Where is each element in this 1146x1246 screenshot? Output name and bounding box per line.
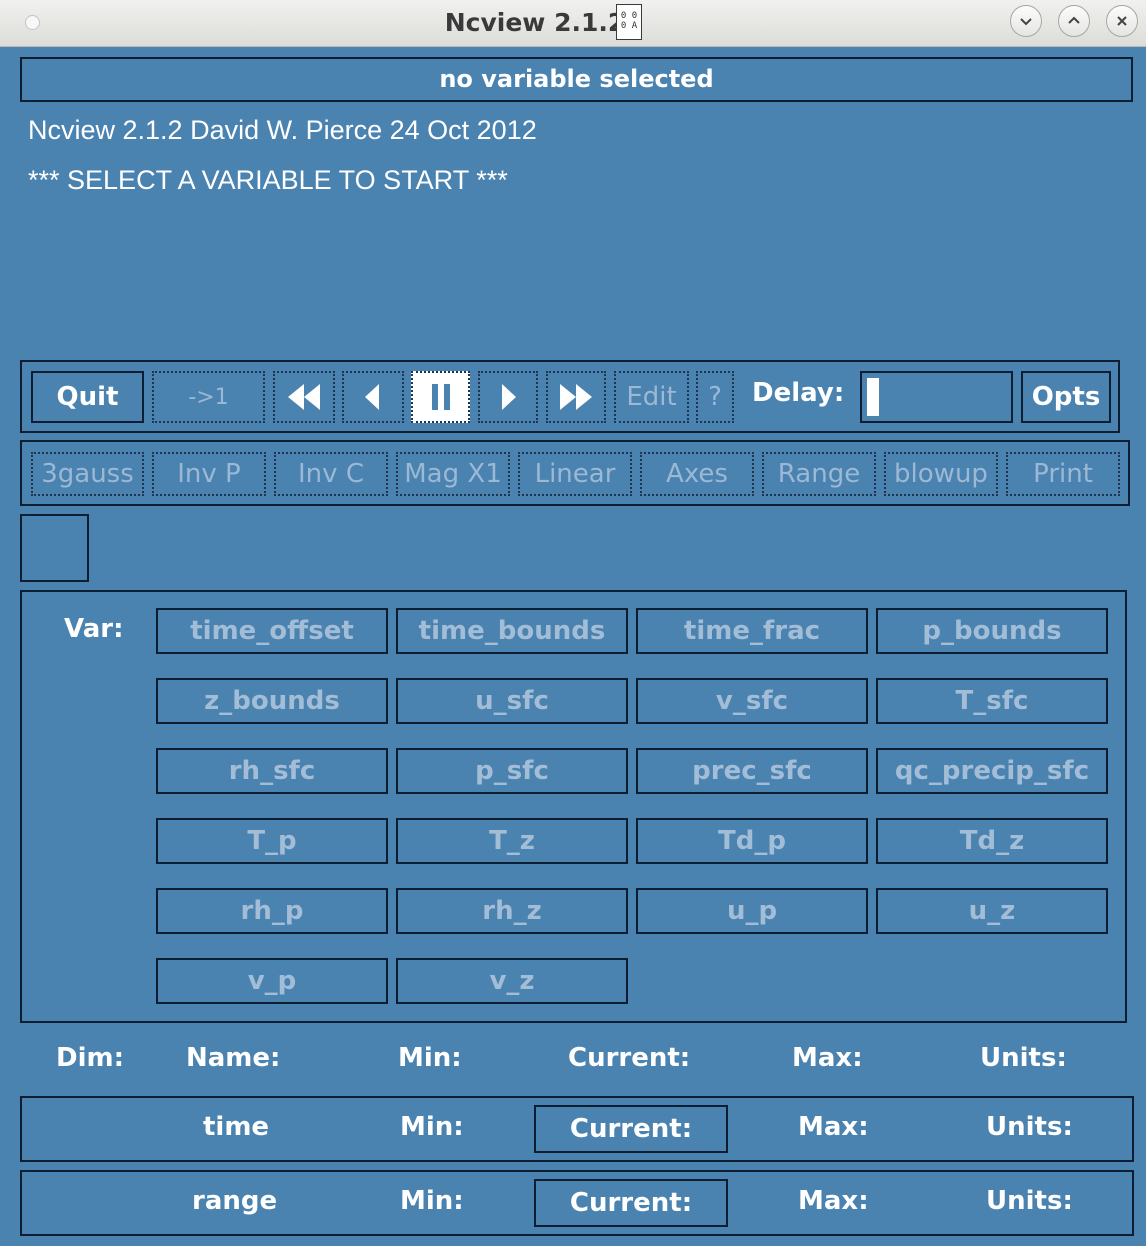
delay-label: Delay:	[752, 378, 845, 408]
var-button-z-bounds[interactable]: z_bounds	[156, 678, 388, 724]
dim-name: time	[203, 1112, 270, 1142]
step-forward-icon	[502, 384, 516, 410]
dim-units: Units:	[986, 1186, 1073, 1216]
option-print-button[interactable]: Print	[1006, 452, 1120, 496]
var-button-v-z[interactable]: v_z	[396, 958, 628, 1004]
fast-rewind-icon	[288, 384, 320, 410]
version-info-text: Ncview 2.1.2 David W. Pierce 24 Oct 2012	[28, 115, 537, 145]
dim-header-current: Current:	[568, 1043, 691, 1073]
opts-button[interactable]: Opts	[1021, 371, 1111, 423]
var-button-v-sfc[interactable]: v_sfc	[636, 678, 868, 724]
option-linear-button[interactable]: Linear	[518, 452, 632, 496]
dim-header-name: Name:	[186, 1043, 281, 1073]
option-blowup-button[interactable]: blowup	[884, 452, 998, 496]
help-button[interactable]: ?	[696, 371, 734, 423]
app-icon-line-2: 0 A	[620, 21, 638, 31]
var-button-v-p[interactable]: v_p	[156, 958, 388, 1004]
step-back-icon	[365, 384, 379, 410]
dim-header-units: Units:	[980, 1043, 1067, 1073]
dim-header-min: Min:	[398, 1043, 462, 1073]
var-button-t-sfc[interactable]: T_sfc	[876, 678, 1108, 724]
quit-button[interactable]: Quit	[31, 371, 144, 423]
minimize-button[interactable]	[1010, 5, 1042, 37]
var-button-time-bounds[interactable]: time_bounds	[396, 608, 628, 654]
var-button-rh-sfc[interactable]: rh_sfc	[156, 748, 388, 794]
dim-min: Min:	[400, 1186, 464, 1216]
window-title: Ncview 2.1.2	[444, 8, 626, 37]
var-button-time-offset[interactable]: time_offset	[156, 608, 388, 654]
rewind-button[interactable]	[273, 371, 335, 423]
option-inv-c-button[interactable]: Inv C	[274, 452, 388, 496]
selected-variable-header: no variable selected	[20, 57, 1133, 102]
step-forward-button[interactable]	[478, 371, 538, 423]
dim-min: Min:	[400, 1112, 464, 1142]
delay-slider-thumb[interactable]	[867, 378, 879, 416]
window-titlebar: Ncview 2.1.2 0 0 0 A	[0, 0, 1146, 47]
dim-current-button[interactable]: Current:	[534, 1105, 728, 1153]
option-3gauss-button[interactable]: 3gauss	[31, 452, 144, 496]
chevron-down-icon	[1020, 18, 1032, 26]
var-button-td-z[interactable]: Td_z	[876, 818, 1108, 864]
dim-max: Max:	[798, 1186, 869, 1216]
var-button-td-p[interactable]: Td_p	[636, 818, 868, 864]
var-button-prec-sfc[interactable]: prec_sfc	[636, 748, 868, 794]
option-axes-button[interactable]: Axes	[640, 452, 754, 496]
var-button-u-z[interactable]: u_z	[876, 888, 1108, 934]
var-button-t-p[interactable]: T_p	[156, 818, 388, 864]
dim-max: Max:	[798, 1112, 869, 1142]
dim-header-max: Max:	[792, 1043, 863, 1073]
var-label: Var:	[64, 614, 124, 644]
dim-current-button[interactable]: Current:	[534, 1179, 728, 1227]
var-button-qc-precip-sfc[interactable]: qc_precip_sfc	[876, 748, 1108, 794]
var-button-p-bounds[interactable]: p_bounds	[876, 608, 1108, 654]
var-button-rh-z[interactable]: rh_z	[396, 888, 628, 934]
var-button-rh-p[interactable]: rh_p	[156, 888, 388, 934]
option-inv-p-button[interactable]: Inv P	[152, 452, 266, 496]
close-icon	[1117, 16, 1127, 26]
option-range-button[interactable]: Range	[762, 452, 876, 496]
edit-button[interactable]: Edit	[614, 371, 689, 423]
instruction-text: *** SELECT A VARIABLE TO START ***	[28, 165, 508, 195]
app-icon: 0 0 0 A	[616, 4, 642, 40]
var-button-time-frac[interactable]: time_frac	[636, 608, 868, 654]
var-button-u-sfc[interactable]: u_sfc	[396, 678, 628, 724]
back-to-first-button[interactable]: ->1	[152, 371, 265, 423]
var-button-u-p[interactable]: u_p	[636, 888, 868, 934]
dim-header-dim: Dim:	[56, 1043, 124, 1073]
fast-forward-icon	[560, 384, 592, 410]
maximize-button[interactable]	[1058, 5, 1090, 37]
colorbar-placeholder	[20, 514, 89, 582]
fast-forward-button[interactable]	[546, 371, 606, 423]
delay-slider[interactable]	[860, 371, 1013, 423]
pause-button[interactable]	[411, 371, 470, 423]
chevron-up-icon	[1068, 16, 1080, 24]
close-button[interactable]	[1106, 5, 1138, 37]
dim-name: range	[192, 1186, 278, 1216]
pause-icon	[431, 384, 450, 410]
var-button-t-z[interactable]: T_z	[396, 818, 628, 864]
dim-units: Units:	[986, 1112, 1073, 1142]
option-mag-button[interactable]: Mag X1	[396, 452, 510, 496]
step-back-button[interactable]	[342, 371, 404, 423]
var-button-p-sfc[interactable]: p_sfc	[396, 748, 628, 794]
app-icon-line-1: 0 0	[620, 11, 638, 21]
